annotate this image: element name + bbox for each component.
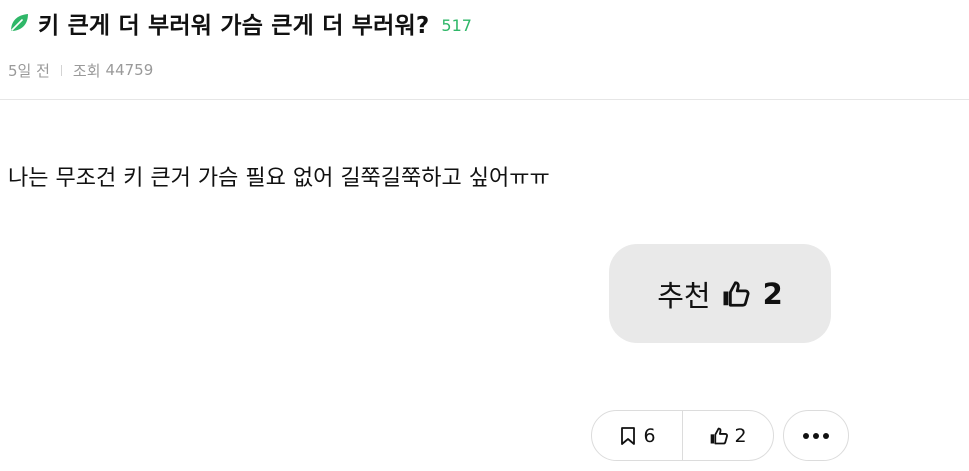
thumbs-up-icon — [721, 279, 751, 309]
post-meta: 5일 전 조회 44759 — [8, 59, 153, 81]
post-header: 키 큰게 더 부러워 가슴 큰게 더 부러워? 517 — [8, 6, 472, 40]
post-page: 키 큰게 더 부러워 가슴 큰게 더 부러워? 517 5일 전 조회 4475… — [0, 0, 969, 471]
more-options-button[interactable] — [783, 410, 849, 461]
more-dots-icon — [813, 432, 819, 439]
more-dots-icon — [803, 432, 809, 439]
recommend-button[interactable]: 추천 2 — [609, 244, 831, 343]
bookmark-icon — [618, 426, 638, 446]
bookmark-count: 6 — [643, 424, 656, 447]
views-count: 44759 — [105, 61, 154, 79]
leaf-icon — [8, 12, 30, 34]
thumbs-up-icon — [709, 426, 729, 446]
recommend-count: 2 — [762, 276, 783, 311]
bookmark-button[interactable]: 6 — [592, 411, 682, 460]
post-action-bar: 6 2 — [591, 410, 774, 461]
like-count: 2 — [734, 424, 747, 447]
like-button[interactable]: 2 — [683, 411, 773, 460]
views-label: 조회 — [72, 61, 101, 80]
post-body: 나는 무조건 키 큰거 가슴 필요 없어 길쭉길쭉하고 싶어ㅠㅠ — [8, 166, 550, 191]
post-time: 5일 전 — [8, 61, 50, 80]
header-divider — [0, 99, 969, 100]
post-title: 키 큰게 더 부러워 가슴 큰게 더 부러워? — [38, 13, 430, 39]
recommend-label: 추천 — [657, 278, 711, 313]
comment-count[interactable]: 517 — [441, 16, 472, 35]
more-dots-icon — [823, 432, 829, 439]
meta-divider — [60, 64, 62, 76]
